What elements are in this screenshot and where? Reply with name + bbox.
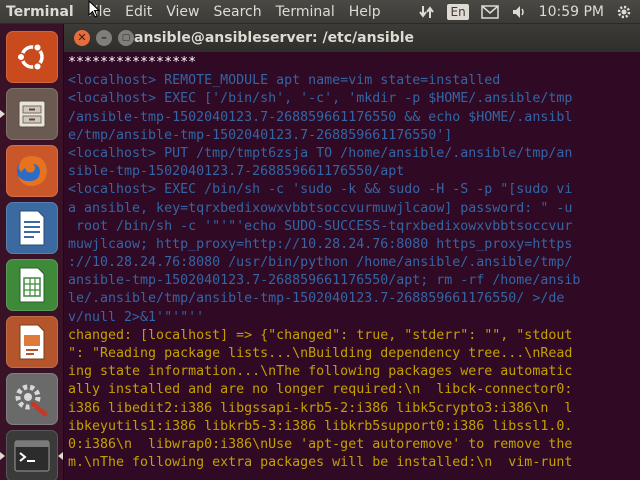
window-titlebar[interactable]: ✕ – ▢ ansible@ansibleserver: /etc/ansibl… [64,24,640,52]
app-title: Terminal [6,3,74,20]
email-icon[interactable] [480,0,499,24]
mouse-cursor-icon [88,0,100,18]
launcher-libreoffice-writer[interactable] [6,202,58,254]
menu-bar: Terminal File Edit View Search Terminal … [0,0,388,23]
firefox-icon [17,156,47,186]
launcher-libreoffice-impress[interactable] [6,316,58,368]
terminal-line: changed: [localhost] => {"changed": true… [68,327,573,343]
menu-help[interactable]: Help [342,0,388,24]
menu-search[interactable]: Search [207,0,269,24]
top-panel: Terminal File Edit View Search Terminal … [0,0,640,24]
terminal-line: <localhost> EXEC /bin/sh -c 'sudo -k && … [68,182,573,198]
terminal-line: <localhost> REMOTE_MODULE apt name=vim s… [68,73,501,89]
launcher-system-settings[interactable] [6,373,58,425]
system-tray: En 10:59 PM [413,0,640,24]
terminal-line: root /bin/sh -c '"'"'echo SUDO-SUCCESS-t… [68,218,573,234]
terminal-line: muwjlcaow; http_proxy=http://10.28.24.76… [68,236,573,252]
terminal-line: e/tmp/ansible-tmp-1502040123.7-268859661… [68,127,453,143]
gear-icon[interactable] [616,0,632,24]
menu-view[interactable]: View [159,0,206,24]
ubuntu-logo-icon [16,42,44,72]
terminal-line: ing state information...\nThe following … [68,364,573,380]
document-icon [19,210,45,246]
menu-terminal[interactable]: Terminal [269,0,342,24]
terminal-icon [14,440,50,472]
terminal-line: ://10.28.24.76:8080 /usr/bin/python /hom… [68,255,573,271]
terminal-line: v/null 2>&1'"'"'' [68,309,205,325]
terminal-line: /ansible-tmp-1502040123.7-26885966117655… [68,109,573,125]
terminal-line: i386 libedit2:i386 libgssapi-krb5-2:i386… [68,400,573,416]
terminal-line: **************** [68,55,197,70]
close-icon: ✕ [77,31,87,44]
volume-icon[interactable] [511,0,527,24]
terminal-line: ally installed and are no longer require… [68,382,573,398]
terminal-line: <localhost> PUT /tmp/tmpt6zsja TO /home/… [68,145,573,161]
close-button[interactable]: ✕ [74,30,90,46]
terminal-line: <localhost> EXEC ['/bin/sh', '-c', 'mkdi… [68,91,573,107]
running-indicator [0,110,5,118]
minimize-icon: – [101,31,107,44]
terminal-line: ibkeyutils1:i386 libkrb5-3:i386 libkrb5s… [68,418,573,434]
terminal-line: m.\nThe following extra packages will be… [68,455,573,471]
running-indicator [0,452,5,460]
file-cabinet-icon [18,100,46,128]
launcher-terminal[interactable] [6,430,58,480]
terminal-line: sible-tmp-1502040123.7-268859661176550/a… [68,164,405,180]
maximize-button[interactable]: ▢ [118,30,134,46]
clock-label: 10:59 PM [538,4,604,20]
terminal-line: le/.ansible/tmp/ansible-tmp-1502040123.7… [68,291,565,307]
presentation-icon [19,324,45,360]
menu-edit[interactable]: Edit [118,0,159,24]
terminal-line: a ansible, key=tqrxbedixowxvbbtsoccvurmu… [68,200,573,216]
clock[interactable]: 10:59 PM [539,0,604,24]
language-indicator[interactable]: En [447,0,469,24]
terminal-line: ": "Reading package lists...\nBuilding d… [68,346,573,361]
maximize-icon: ▢ [121,33,131,43]
spreadsheet-icon [19,267,45,303]
terminal-line: 0:i386\n libwrap0:i386\nUse 'apt-get aut… [68,436,573,452]
focused-indicator [58,452,63,460]
minimize-button[interactable]: – [96,30,112,46]
launcher [0,24,64,480]
terminal-output[interactable]: **************** <localhost> REMOTE_MODUL… [64,52,640,480]
window-title: ansible@ansibleserver: /etc/ansible [134,30,415,46]
language-label: En [447,4,469,20]
network-transfer-icon[interactable] [419,0,435,24]
launcher-libreoffice-calc[interactable] [6,259,58,311]
terminal-line: ansible-tmp-1502040123.7-268859661176550… [68,273,581,289]
launcher-files[interactable] [6,88,58,140]
settings-tools-icon [15,384,48,417]
launcher-ubuntu-logo[interactable] [6,31,58,83]
launcher-firefox[interactable] [6,145,58,197]
terminal-window: ✕ – ▢ ansible@ansibleserver: /etc/ansibl… [64,24,640,480]
